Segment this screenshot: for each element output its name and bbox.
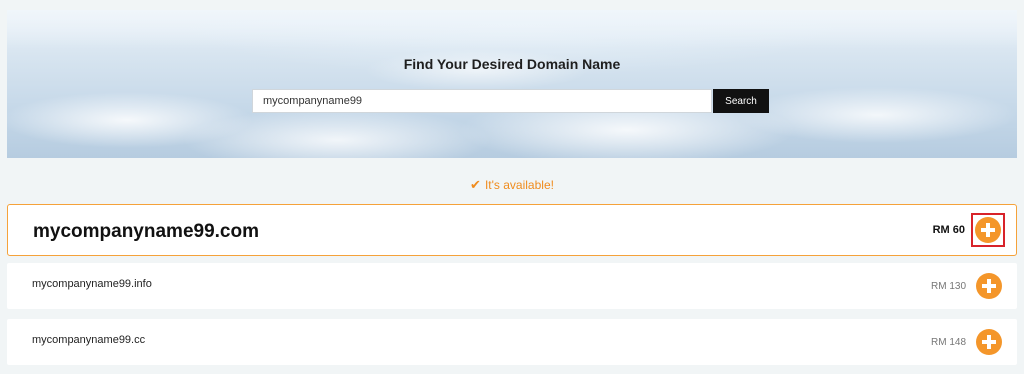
result-featured: mycompanyname99.com RM 60 (7, 204, 1017, 256)
page: Find Your Desired Domain Name Search ✔It… (0, 0, 1024, 374)
domain-name: mycompanyname99.info (32, 278, 152, 290)
domain-price: RM 60 (932, 224, 965, 236)
add-to-cart-button[interactable] (976, 329, 1002, 355)
hero-title: Find Your Desired Domain Name (403, 56, 621, 72)
check-icon: ✔ (470, 177, 481, 192)
result-row: mycompanyname99.info RM 130 (7, 263, 1017, 309)
availability-status: ✔ It's available! (0, 177, 1024, 193)
hero-banner: Find Your Desired Domain Name Search (7, 10, 1017, 158)
search-button[interactable]: Search (713, 89, 769, 113)
result-row: mycompanyname99.cc RM 148 (7, 319, 1017, 365)
domain-price: RM 148 (930, 337, 966, 348)
domain-name: mycompanyname99.com (33, 221, 259, 242)
add-to-cart-button[interactable] (975, 217, 1001, 243)
domain-name: mycompanyname99.cc (32, 334, 146, 346)
domain-search-input[interactable] (252, 89, 712, 113)
domain-price: RM 130 (930, 281, 966, 292)
add-to-cart-button[interactable] (976, 273, 1002, 299)
availability-text: It's available! (484, 178, 554, 192)
